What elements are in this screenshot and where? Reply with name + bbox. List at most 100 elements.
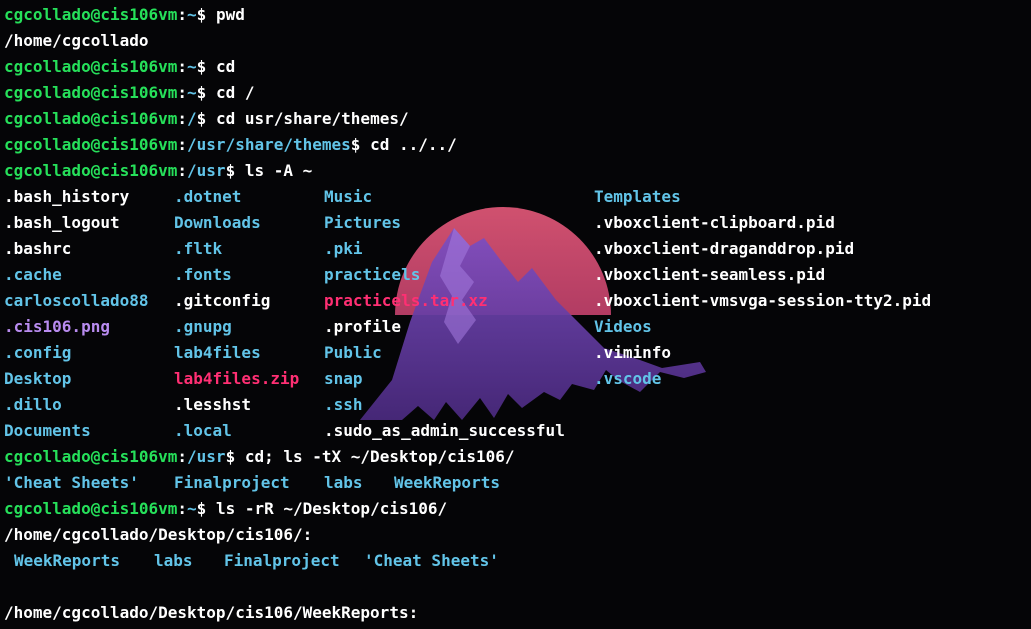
prompt-line: cgcollado@cis106vm:~$ pwd	[4, 2, 515, 28]
command-text: ls -A ~	[244, 161, 313, 180]
file-entry: .bash_logout	[4, 213, 120, 232]
prompt-user-host: cgcollado@cis106vm	[4, 5, 178, 24]
prompt-line: cgcollado@cis106vm:~$ ls -rR ~/Desktop/c…	[4, 496, 515, 522]
prompt-user-host: cgcollado@cis106vm	[4, 57, 178, 76]
file-entry: .config	[4, 343, 72, 362]
directory-listing-row: WeekReports labs Finalproject 'Cheat Sheets…	[4, 548, 515, 574]
prompt-user-host: cgcollado@cis106vm	[4, 161, 178, 180]
prompt-user-host: cgcollado@cis106vm	[4, 109, 178, 128]
prompt-symbol: $	[196, 499, 216, 518]
prompt-symbol: $	[225, 161, 245, 180]
directory-entry: 'Cheat Sheets'	[364, 551, 499, 570]
prompt-path: /usr	[187, 447, 226, 466]
prompt-line: cgcollado@cis106vm:/usr$ ls -A ~	[4, 158, 515, 184]
file-entry: Pictures	[324, 213, 402, 232]
prompt-path: ~	[187, 57, 197, 76]
file-entry: .pki	[324, 239, 363, 258]
prompt-user-host: cgcollado@cis106vm	[4, 447, 178, 466]
directory-entry: Finalproject	[224, 551, 340, 570]
file-entry: Public	[324, 343, 382, 362]
file-entry: Desktop	[4, 369, 72, 388]
file-entry: Videos	[594, 317, 652, 336]
prompt-user-host: cgcollado@cis106vm	[4, 135, 178, 154]
prompt-symbol: $	[350, 135, 371, 154]
command-text: cd	[215, 57, 236, 76]
prompt-user-host: cgcollado@cis106vm	[4, 83, 178, 102]
directory-entry: WeekReports	[14, 551, 120, 570]
prompt-separator: :	[177, 109, 188, 128]
file-entry: .bash_history	[4, 187, 130, 206]
file-entry: Templates	[594, 187, 681, 206]
command-text: cd ../../	[370, 135, 457, 154]
prompt-line: cgcollado@cis106vm:~$ cd /	[4, 80, 515, 106]
file-entry: .ssh	[324, 395, 363, 414]
prompt-line: cgcollado@cis106vm:/usr$ cd; ls -tX ~/De…	[4, 444, 515, 470]
prompt-symbol: $	[196, 5, 216, 24]
file-entry: snap	[324, 369, 363, 388]
listing-row: Documents .local .sudo_as_admin_successful	[4, 418, 565, 444]
directory-entry: 'Cheat Sheets'	[4, 473, 139, 492]
output-text: /home/cgcollado/Desktop/cis106/:	[4, 525, 313, 544]
command-text: ls -rR ~/Desktop/cis106/	[215, 499, 448, 518]
prompt-separator: :	[177, 5, 188, 24]
prompt-path: /usr/share/themes	[187, 135, 351, 154]
output-line: /home/cgcollado/Desktop/cis106/:	[4, 522, 515, 548]
listing-row: .dillo .lesshst .ssh	[4, 392, 515, 418]
listing-row: .bash_logout Downloads Pictures .vboxclient…	[4, 210, 835, 236]
command-text: cd; ls -tX ~/Desktop/cis106/	[244, 447, 515, 466]
prompt-path: ~	[187, 5, 197, 24]
file-entry: practicels	[324, 265, 421, 284]
listing-row: Desktop lab4files.zip snap .vscode	[4, 366, 661, 392]
file-entry: .vscode	[594, 369, 662, 388]
output-line: /home/cgcollado	[4, 28, 515, 54]
prompt-path: ~	[187, 83, 197, 102]
listing-row: .bash_history .dotnet Music Templates	[4, 184, 681, 210]
prompt-symbol: $	[196, 109, 216, 128]
file-entry: .vboxclient-vmsvga-session-tty2.pid	[594, 291, 932, 310]
output-text: /home/cgcollado	[4, 31, 149, 50]
file-entry: .bashrc	[4, 239, 72, 258]
prompt-line: cgcollado@cis106vm:/$ cd usr/share/theme…	[4, 106, 515, 132]
command-text: cd /	[215, 83, 255, 102]
file-entry: .vboxclient-seamless.pid	[594, 265, 826, 284]
prompt-path: /	[187, 109, 197, 128]
prompt-symbol: $	[196, 83, 216, 102]
file-entry: .fonts	[174, 265, 232, 284]
file-entry: .vboxclient-draganddrop.pid	[594, 239, 855, 258]
prompt-path: ~	[187, 499, 197, 518]
file-entry: .gnupg	[174, 317, 232, 336]
file-entry: Music	[324, 187, 373, 206]
prompt-separator: :	[177, 161, 188, 180]
file-entry: carloscollado88	[4, 291, 149, 310]
listing-row: .bashrc .fltk .pki .vboxclient-draganddrop.…	[4, 236, 854, 262]
directory-entry: WeekReports	[394, 473, 500, 492]
output-line: /home/cgcollado/Desktop/cis106/WeekRepor…	[4, 600, 515, 626]
file-entry: practicels.tar.xz	[324, 291, 488, 310]
directory-listing-row: 'Cheat Sheets' Finalproject labs WeekReport…	[4, 470, 515, 496]
file-entry: .gitconfig	[174, 291, 271, 310]
file-entry: .dillo	[4, 395, 62, 414]
file-entry: lab4files	[174, 343, 261, 362]
file-entry: .cache	[4, 265, 62, 284]
prompt-user-host: cgcollado@cis106vm	[4, 499, 178, 518]
file-entry: .cis106.png	[4, 317, 110, 336]
output-text: /home/cgcollado/Desktop/cis106/WeekRepor…	[4, 603, 419, 622]
file-entry: Downloads	[174, 213, 261, 232]
listing-row: .config lab4files Public .viminfo	[4, 340, 671, 366]
file-entry: .local	[174, 421, 232, 440]
file-entry: .vboxclient-clipboard.pid	[594, 213, 835, 232]
file-entry: .profile	[324, 317, 402, 336]
prompt-line: cgcollado@cis106vm:/usr/share/themes$ cd…	[4, 132, 515, 158]
file-entry: .viminfo	[594, 343, 672, 362]
prompt-separator: :	[177, 135, 188, 154]
file-entry: .lesshst	[174, 395, 252, 414]
file-entry: Documents	[4, 421, 91, 440]
listing-row: carloscollado88 .gitconfig practicels.tar.…	[4, 288, 931, 314]
directory-entry: labs	[154, 551, 193, 570]
terminal-window[interactable]: cgcollado@cis106vm:~$ pwd/home/cgcollado…	[0, 0, 1031, 629]
file-entry: .sudo_as_admin_successful	[324, 421, 565, 440]
file-entry: lab4files.zip	[174, 369, 300, 388]
directory-entry: labs	[324, 473, 363, 492]
directory-entry: Finalproject	[174, 473, 290, 492]
command-text: pwd	[215, 5, 245, 24]
